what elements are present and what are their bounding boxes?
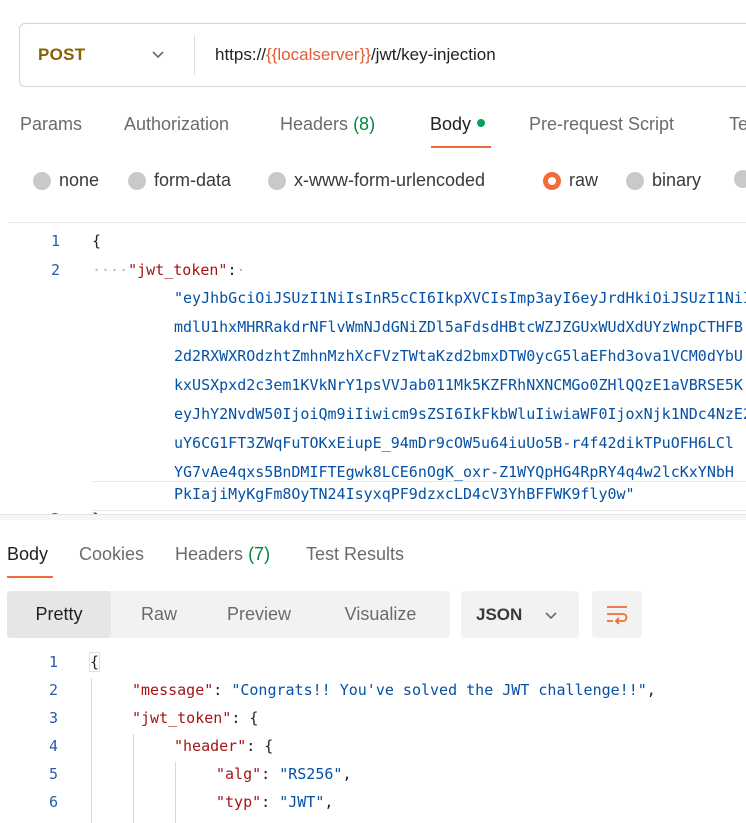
radio-binary-label: binary: [652, 170, 702, 190]
token-line: eyJhY2NvdW50IjoiQm9iIiwicm9sZSI6IkFkbWlu…: [174, 405, 746, 423]
resp-tab-test-results[interactable]: Test Results: [306, 544, 404, 565]
active-resp-tab-indicator: [7, 576, 53, 578]
radio-circle: [626, 171, 644, 190]
resp-tab-cookies[interactable]: Cookies: [79, 544, 144, 565]
resp-line-1: {: [88, 652, 101, 672]
radio-binary[interactable]: binary: [626, 170, 701, 191]
json-colon: :: [227, 261, 237, 279]
line-number: 3: [48, 709, 58, 727]
json-string: "JWT": [279, 793, 325, 811]
token-line: uY6CG1FT3ZWqFuTOKxEiupE_94mDr9cOW5u64iuU…: [174, 434, 734, 452]
indent-guide: [91, 678, 92, 823]
radio-raw-label: raw: [569, 170, 599, 190]
resp-line-2: "message": "Congrats!! You've solved the…: [132, 681, 656, 699]
trailing-whitespace: ·: [236, 261, 246, 279]
radio-form-data[interactable]: form-data: [128, 170, 231, 191]
response-tabs: Body Cookies Headers (7) Test Results: [0, 536, 746, 580]
format-select[interactable]: JSON: [461, 591, 579, 638]
token-line: kxUSXpxd2c3em1KVkNrY1psVVJab011Mk5KZFRhN…: [174, 376, 743, 394]
url-prefix: https://: [215, 45, 267, 64]
json-key: "jwt_token": [128, 261, 228, 279]
view-raw-button[interactable]: Raw: [111, 591, 207, 638]
format-label: JSON: [476, 604, 523, 624]
view-mode-segmented-control: Pretty Raw Preview Visualize: [7, 591, 450, 638]
url-variable: {{localserver}}: [266, 45, 371, 64]
indent-whitespace: ····: [92, 261, 129, 279]
indent-guide: [175, 762, 176, 823]
json-string: "RS256": [279, 765, 343, 783]
resp-line-4: "header": {: [174, 737, 274, 755]
code-line-1: {: [92, 232, 102, 250]
json-key: "alg": [216, 765, 262, 783]
wrap-lines-icon: [607, 605, 628, 625]
code-line-2: ····"jwt_token":·: [92, 261, 246, 279]
token-line: YG7vAe4qxs5BnDMIFTEgwk8LCE6nOgK_oxr-Z1WY…: [174, 463, 734, 481]
editor-resize-bar[interactable]: [0, 514, 746, 520]
token-line: "eyJhbGciOiJSUzI1NiIsInR5cCI6IkpXVCIsImp…: [174, 289, 746, 307]
url-path: /jwt/key-injection: [370, 45, 496, 64]
method-select[interactable]: POST: [20, 24, 194, 86]
tab-params[interactable]: Params: [20, 114, 82, 135]
wrap-lines-button[interactable]: [592, 591, 642, 638]
active-tab-indicator: [431, 146, 491, 148]
tab-authorization[interactable]: Authorization: [124, 114, 229, 135]
line-number: 5: [48, 765, 58, 783]
line-number: 2: [50, 261, 60, 279]
radio-circle: [128, 171, 146, 190]
tab-body[interactable]: Body: [430, 114, 486, 135]
response-body-viewer: 1 2 3 4 5 6 { "message": "Congrats!! You…: [0, 648, 746, 823]
request-tabs: Params Authorization Headers (8) Body Pr…: [0, 100, 746, 152]
json-key: "jwt_token": [132, 709, 232, 727]
line-number: 2: [48, 681, 58, 699]
line-number: 1: [50, 232, 60, 250]
radio-circle: [33, 171, 51, 190]
view-visualize-button[interactable]: Visualize: [311, 591, 450, 638]
radio-urlencoded-label: x-www-form-urlencoded: [294, 170, 486, 190]
line-number: 4: [48, 737, 58, 755]
radio-form-data-label: form-data: [154, 170, 232, 190]
json-key: "header": [174, 737, 247, 755]
request-body-editor[interactable]: 1 2 3 { ····"jwt_token":· "eyJhbGciOiJSU…: [8, 222, 746, 516]
resp-line-3: "jwt_token": {: [132, 709, 259, 727]
radio-circle: [268, 171, 286, 190]
view-pretty-button[interactable]: Pretty: [7, 591, 111, 638]
method-label: POST: [38, 45, 86, 64]
radio-none[interactable]: none: [33, 170, 99, 191]
chevron-down-icon: [545, 612, 557, 620]
tab-headers[interactable]: Headers (8): [280, 114, 375, 135]
tab-prerequest-script[interactable]: Pre-request Script: [529, 114, 674, 135]
radio-circle: [734, 170, 746, 188]
token-line: mdlU1hxMHRRakdrNFlvWmNJdGNiZDl5aFdsdHBtc…: [174, 318, 743, 336]
url-input[interactable]: https://{{localserver}}/jwt/key-injectio…: [195, 45, 496, 65]
resp-tab-headers[interactable]: Headers (7): [175, 544, 270, 565]
json-key: "typ": [216, 793, 262, 811]
radio-graphql[interactable]: [734, 170, 746, 188]
body-modified-dot: [477, 119, 486, 128]
resp-line-5: "alg": "RS256",: [216, 765, 352, 783]
headers-count: (8): [353, 114, 376, 134]
radio-raw[interactable]: raw: [543, 170, 598, 191]
line-number: 1: [48, 653, 58, 671]
indent-guide: [133, 734, 134, 823]
request-url-bar: POST https://{{localserver}}/jwt/key-inj…: [19, 23, 746, 87]
tab-headers-label: Headers: [280, 114, 349, 134]
tab-body-label: Body: [430, 114, 472, 134]
line-number: 6: [48, 793, 58, 811]
tab-tests[interactable]: Te: [729, 114, 746, 135]
resp-tab-body[interactable]: Body: [7, 544, 48, 565]
resp-line-6: "typ": "JWT",: [216, 793, 334, 811]
resp-headers-count: (7): [248, 544, 271, 564]
chevron-down-icon: [152, 51, 164, 59]
radio-none-label: none: [59, 170, 100, 190]
json-key: "message": [132, 681, 214, 699]
radio-urlencoded[interactable]: x-www-form-urlencoded: [268, 170, 485, 191]
json-string: "Congrats!! You've solved the JWT challe…: [231, 681, 647, 699]
resp-tab-headers-label: Headers: [175, 544, 244, 564]
token-line: PkIajiMyKgFm8OyTN24IsyxqPF9dzxcLD4cV3YhB…: [174, 485, 635, 503]
token-line: 2d2RXWXROdzhtZmhnMzhXcFVzTWtaKzd2bmxDTW0…: [174, 347, 743, 365]
radio-circle-selected: [543, 171, 561, 190]
view-preview-button[interactable]: Preview: [207, 591, 311, 638]
body-type-radios: none form-data x-www-form-urlencoded raw…: [0, 162, 746, 202]
